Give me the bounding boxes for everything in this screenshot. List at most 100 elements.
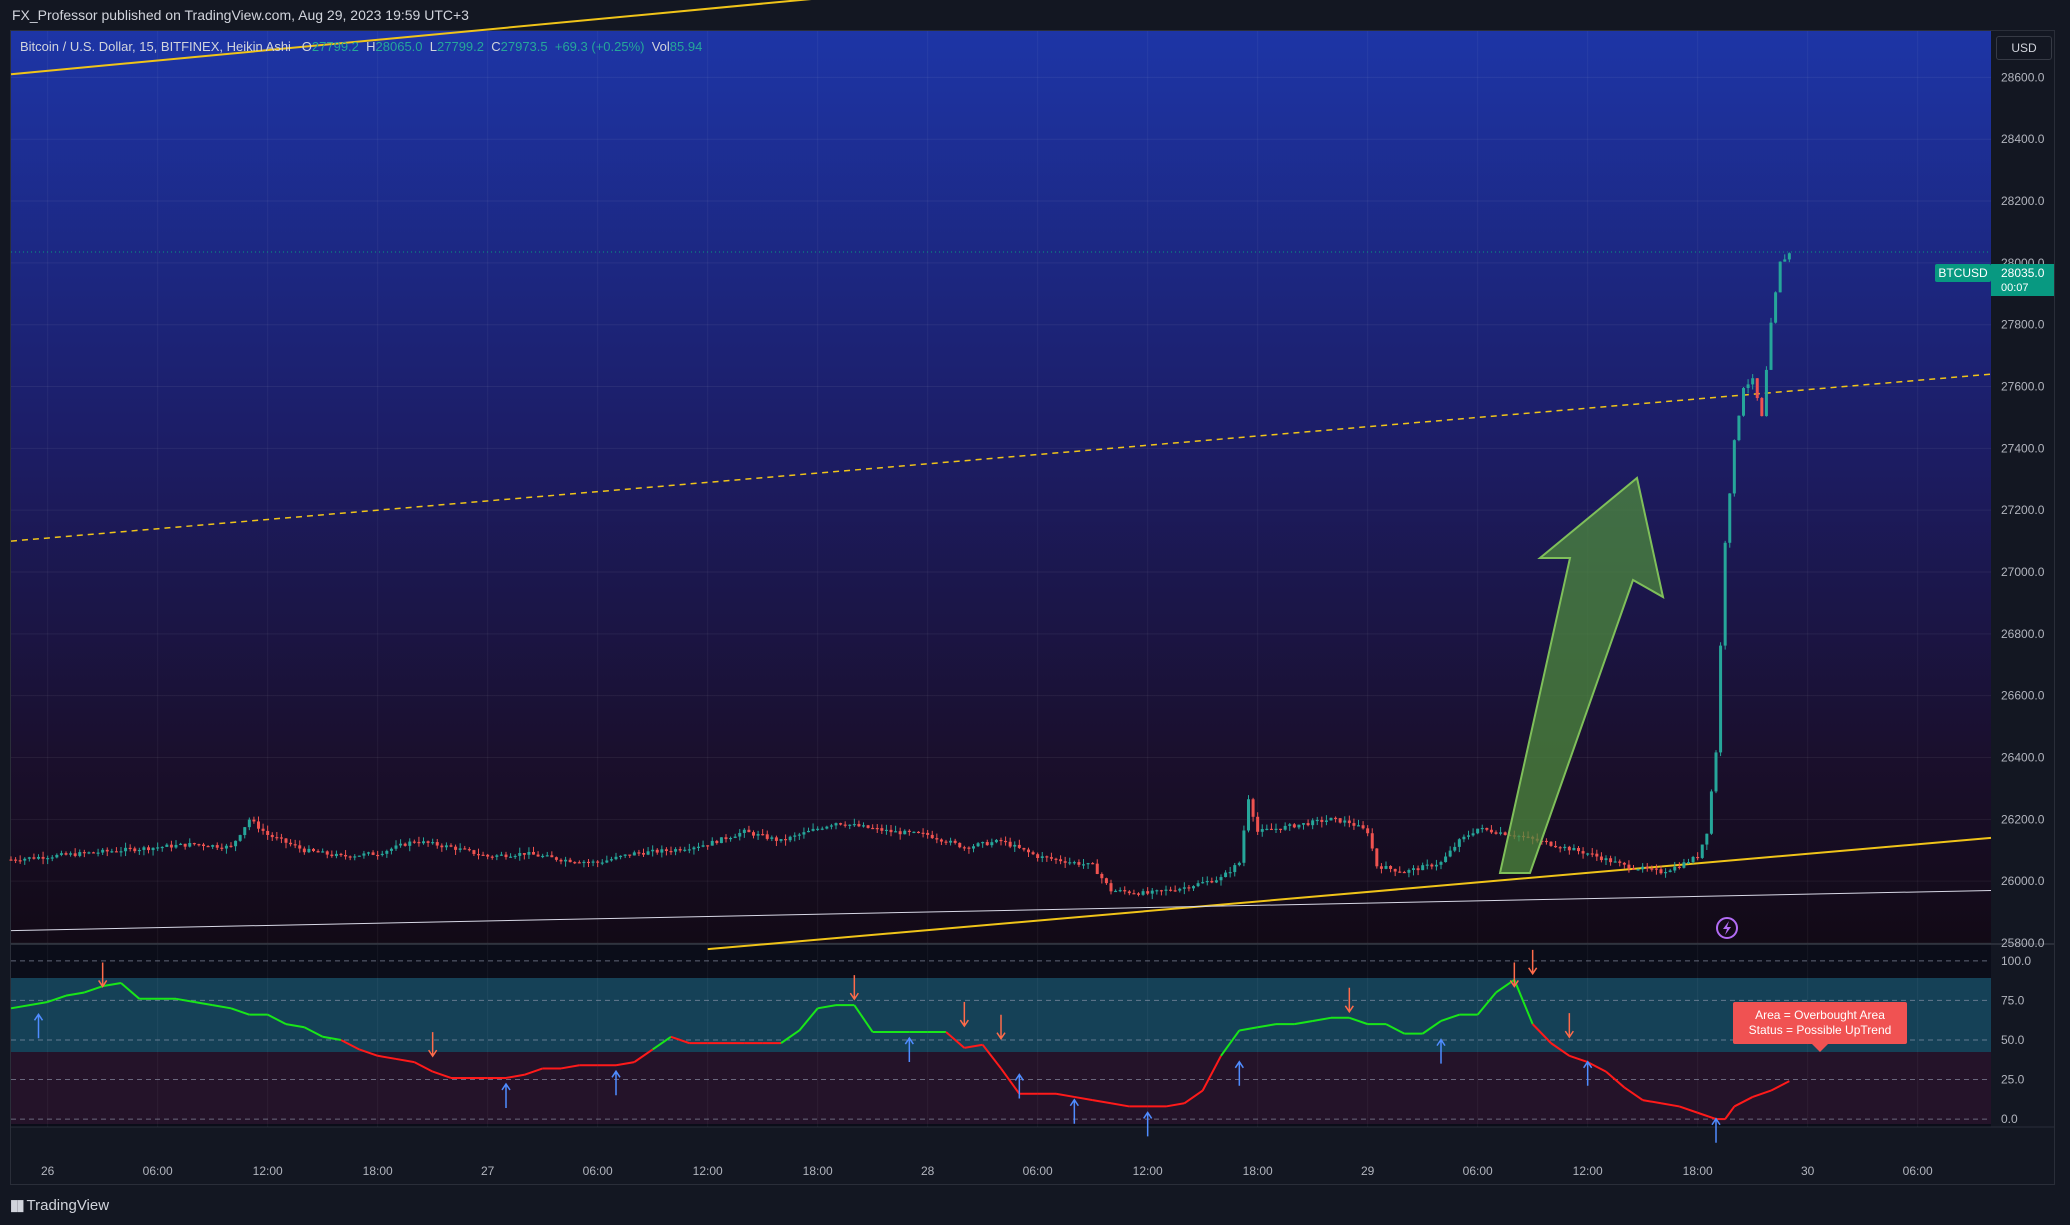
candle-body xyxy=(811,828,815,831)
candle-body xyxy=(1590,853,1594,855)
candle-body xyxy=(605,860,609,863)
candle-body xyxy=(1059,859,1063,862)
legend-close-value: 27973.5 xyxy=(500,39,548,54)
candle-body xyxy=(857,824,861,827)
candle-body xyxy=(1311,820,1315,826)
candle-body xyxy=(490,856,494,858)
price-axis-tick: 26000.0 xyxy=(2001,874,2045,888)
candle-body xyxy=(454,846,458,850)
candle-body xyxy=(733,836,737,838)
candle-body xyxy=(399,843,403,846)
candle-body xyxy=(1494,832,1498,834)
candle-body xyxy=(142,847,146,850)
bottom-bar xyxy=(0,1185,2070,1225)
candle-body xyxy=(719,837,723,844)
candle-body xyxy=(793,835,797,837)
candle-body xyxy=(408,841,412,846)
candle-body xyxy=(101,849,105,853)
candle-body xyxy=(619,855,623,858)
currency-button[interactable]: USD xyxy=(1996,36,2052,60)
legend-change: +69.3 (+0.25%) xyxy=(554,39,645,54)
chart-canvas[interactable]: 28600.028400.028200.028000.027800.027600… xyxy=(0,0,2070,1185)
candle-body xyxy=(1421,865,1425,871)
candle-body xyxy=(1196,883,1200,887)
candle-body xyxy=(1778,261,1782,293)
candle-body xyxy=(972,846,975,849)
candle-body xyxy=(976,843,980,847)
tradingview-logo[interactable]: ▮▮ TradingView xyxy=(10,1196,109,1216)
candle-body xyxy=(1677,866,1681,868)
indicator-axis-tick: 25.0 xyxy=(2001,1073,2025,1087)
candle-body xyxy=(1288,824,1292,826)
candle-body xyxy=(1214,880,1218,883)
candle-body xyxy=(1137,893,1140,895)
candle-body xyxy=(119,851,123,853)
candle-body xyxy=(1361,825,1365,829)
candle-body xyxy=(513,855,517,858)
candle-body xyxy=(889,829,893,833)
time-axis[interactable]: 26 06:00 12:00 18:00 27 06:00 12:00 18:00 28 06:0… xyxy=(41,1164,1933,1178)
candle-body xyxy=(1224,872,1228,878)
legend-high-label: H xyxy=(366,39,376,54)
candle-body xyxy=(651,849,655,852)
candle-body xyxy=(862,825,865,827)
candle-body xyxy=(1705,833,1709,845)
candle-body xyxy=(509,856,513,858)
candle-body xyxy=(1453,846,1457,851)
candle-body xyxy=(1104,878,1108,884)
candle-body xyxy=(1082,864,1085,866)
candle-body xyxy=(1412,868,1415,870)
candle-body xyxy=(344,855,348,857)
candle-body xyxy=(852,824,856,826)
candle-body xyxy=(1068,862,1072,864)
candle-body xyxy=(706,845,710,847)
candle-body xyxy=(1755,378,1759,399)
candle-body xyxy=(1430,864,1434,867)
candle-body xyxy=(1155,890,1159,892)
candle-body xyxy=(614,856,618,860)
candle-body xyxy=(426,841,430,843)
candle-body xyxy=(1632,868,1635,870)
candle-body xyxy=(87,852,91,854)
candle-body xyxy=(9,859,13,861)
main-pane-background xyxy=(11,31,1991,943)
candle-body xyxy=(820,828,824,830)
candle-body xyxy=(999,839,1003,842)
candle-body xyxy=(1595,853,1599,857)
candle-body xyxy=(330,854,334,857)
candle-body xyxy=(884,829,888,832)
candle-body xyxy=(321,851,325,853)
candle-body xyxy=(14,859,18,861)
candle-body xyxy=(1302,823,1305,825)
candle-body xyxy=(564,859,568,862)
candle-body xyxy=(1457,839,1461,847)
legend-low-label: L xyxy=(429,39,437,54)
price-axis-tick: 27800.0 xyxy=(2001,318,2045,332)
candle-body xyxy=(967,847,971,849)
legend-symbol[interactable]: Bitcoin / U.S. Dollar, 15, BITFINEX, Hei… xyxy=(20,39,291,54)
candle-body xyxy=(1251,799,1255,817)
candle-body xyxy=(174,844,178,848)
price-axis[interactable]: 28600.028400.028200.028000.027800.027600… xyxy=(2001,70,2045,950)
candle-body xyxy=(848,824,852,826)
candle-body xyxy=(1347,820,1351,824)
candle-body xyxy=(293,844,297,846)
tradingview-wordmark: TradingView xyxy=(26,1197,110,1214)
candle-body xyxy=(1641,866,1645,870)
candle-body xyxy=(1109,883,1113,892)
price-axis-tick: 26600.0 xyxy=(2001,689,2045,703)
candle-body xyxy=(23,858,27,861)
candle-body xyxy=(133,848,137,852)
candle-body xyxy=(55,854,59,858)
candle-body xyxy=(169,844,173,848)
candle-body xyxy=(981,842,985,844)
candle-body xyxy=(536,854,540,857)
candle-body xyxy=(898,831,902,835)
candle-body xyxy=(50,857,54,859)
candle-body xyxy=(252,819,256,822)
candle-body xyxy=(1668,870,1672,873)
candle-body xyxy=(73,853,77,856)
candle-body xyxy=(1201,882,1205,884)
candle-body xyxy=(674,849,678,852)
candle-body xyxy=(1343,820,1347,823)
